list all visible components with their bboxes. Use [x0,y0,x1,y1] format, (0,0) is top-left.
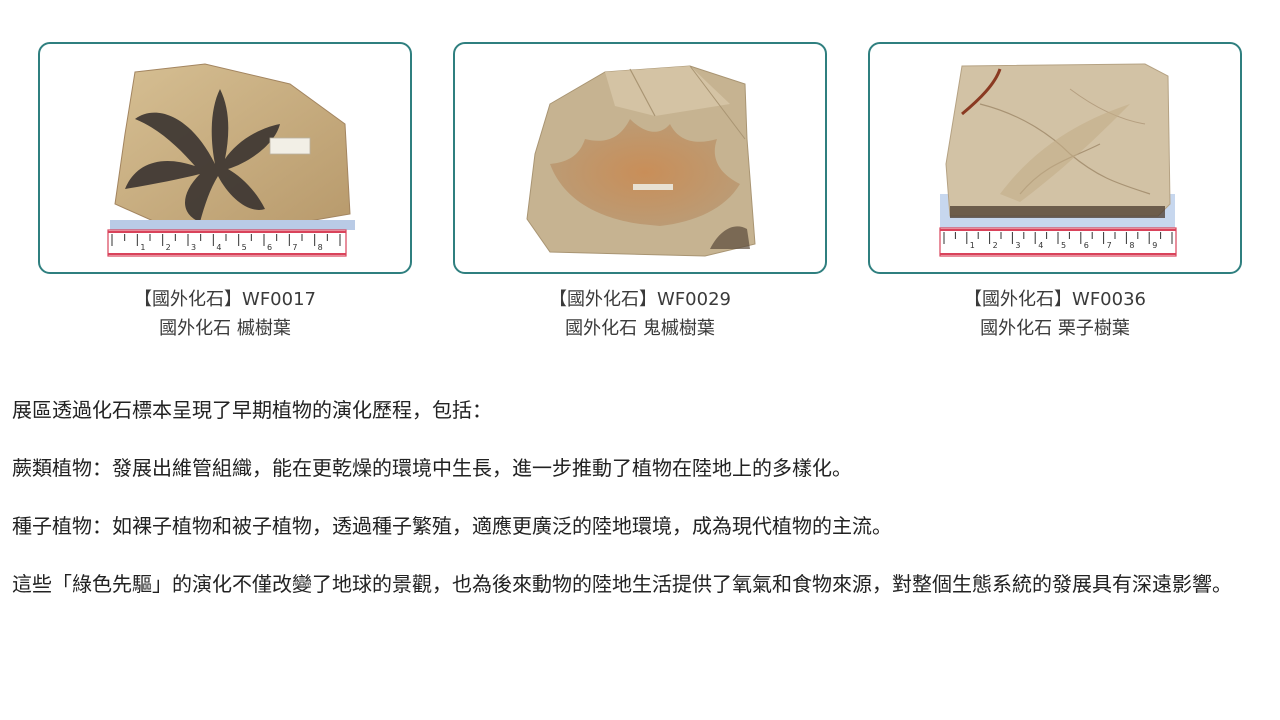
conclusion-paragraph: 這些「綠色先驅」的演化不僅改變了地球的景觀，也為後來動物的陸地生活提供了氧氣和食… [12,572,1232,596]
fossil-caption-wf0017: 【國外化石】WF0017 國外化石 槭樹葉 [38,285,412,343]
ruler-number: 4 [216,243,221,252]
ruler-number: 2 [166,243,171,252]
fossil-card-wf0029 [453,42,827,274]
ruler-number: 9 [1152,241,1157,250]
chestnut-leaf-fossil-photo-icon: 1 2 3 4 5 6 7 8 9 [939,63,1177,257]
fossil-card-wf0036: 1 2 3 4 5 6 7 8 9 [868,42,1242,274]
intro-paragraph: 展區透過化石標本呈現了早期植物的演化歷程，包括： [12,398,492,422]
ruler-number: 3 [1015,241,1020,250]
ruler-number: 1 [140,243,145,252]
maple-leaf-fossil-photo-icon: 1 2 3 4 5 6 7 8 [107,63,355,257]
fossil-caption-wf0029: 【國外化石】WF0029 國外化石 鬼槭樹葉 [453,285,827,343]
ruler-number: 8 [318,243,323,252]
ferns-paragraph: 蕨類植物：發展出維管組織，能在更乾燥的環境中生長，進一步推動了植物在陸地上的多樣… [12,456,852,480]
ghost-maple-leaf-fossil-photo-icon [526,65,756,257]
fossil-code: 【國外化石】WF0029 [549,289,731,310]
ruler-number: 7 [292,243,297,252]
seed-plants-paragraph: 種子植物：如裸子植物和被子植物，透過種子繁殖，適應更廣泛的陸地環境，成為現代植物… [12,514,892,538]
ruler-number: 6 [267,243,272,252]
ruler-number: 8 [1129,241,1134,250]
ruler-number: 3 [191,243,196,252]
ruler-number: 5 [242,243,247,252]
ruler-number: 4 [1038,241,1043,250]
fossil-card-wf0017: 1 2 3 4 5 6 7 8 [38,42,412,274]
ruler-number: 2 [993,241,998,250]
ruler-number: 6 [1084,241,1089,250]
fossil-name: 國外化石 栗子樹葉 [980,318,1130,339]
ruler-number: 7 [1107,241,1112,250]
fossil-caption-wf0036: 【國外化石】WF0036 國外化石 栗子樹葉 [868,285,1242,343]
fossil-code: 【國外化石】WF0036 [964,289,1146,310]
fossil-name: 國外化石 鬼槭樹葉 [565,318,715,339]
ruler-number: 1 [970,241,975,250]
exhibit-description: 展區透過化石標本呈現了早期植物的演化歷程，包括： 蕨類植物：發展出維管組織，能在… [12,396,1268,599]
ruler-number: 5 [1061,241,1066,250]
fossil-name: 國外化石 槭樹葉 [159,318,291,339]
exhibit-page: 1 2 3 4 5 6 7 8 1 2 3 4 5 6 7 8 9 【國外化石】WF0017 … [0,0,1280,720]
fossil-code: 【國外化石】WF0017 [134,289,316,310]
